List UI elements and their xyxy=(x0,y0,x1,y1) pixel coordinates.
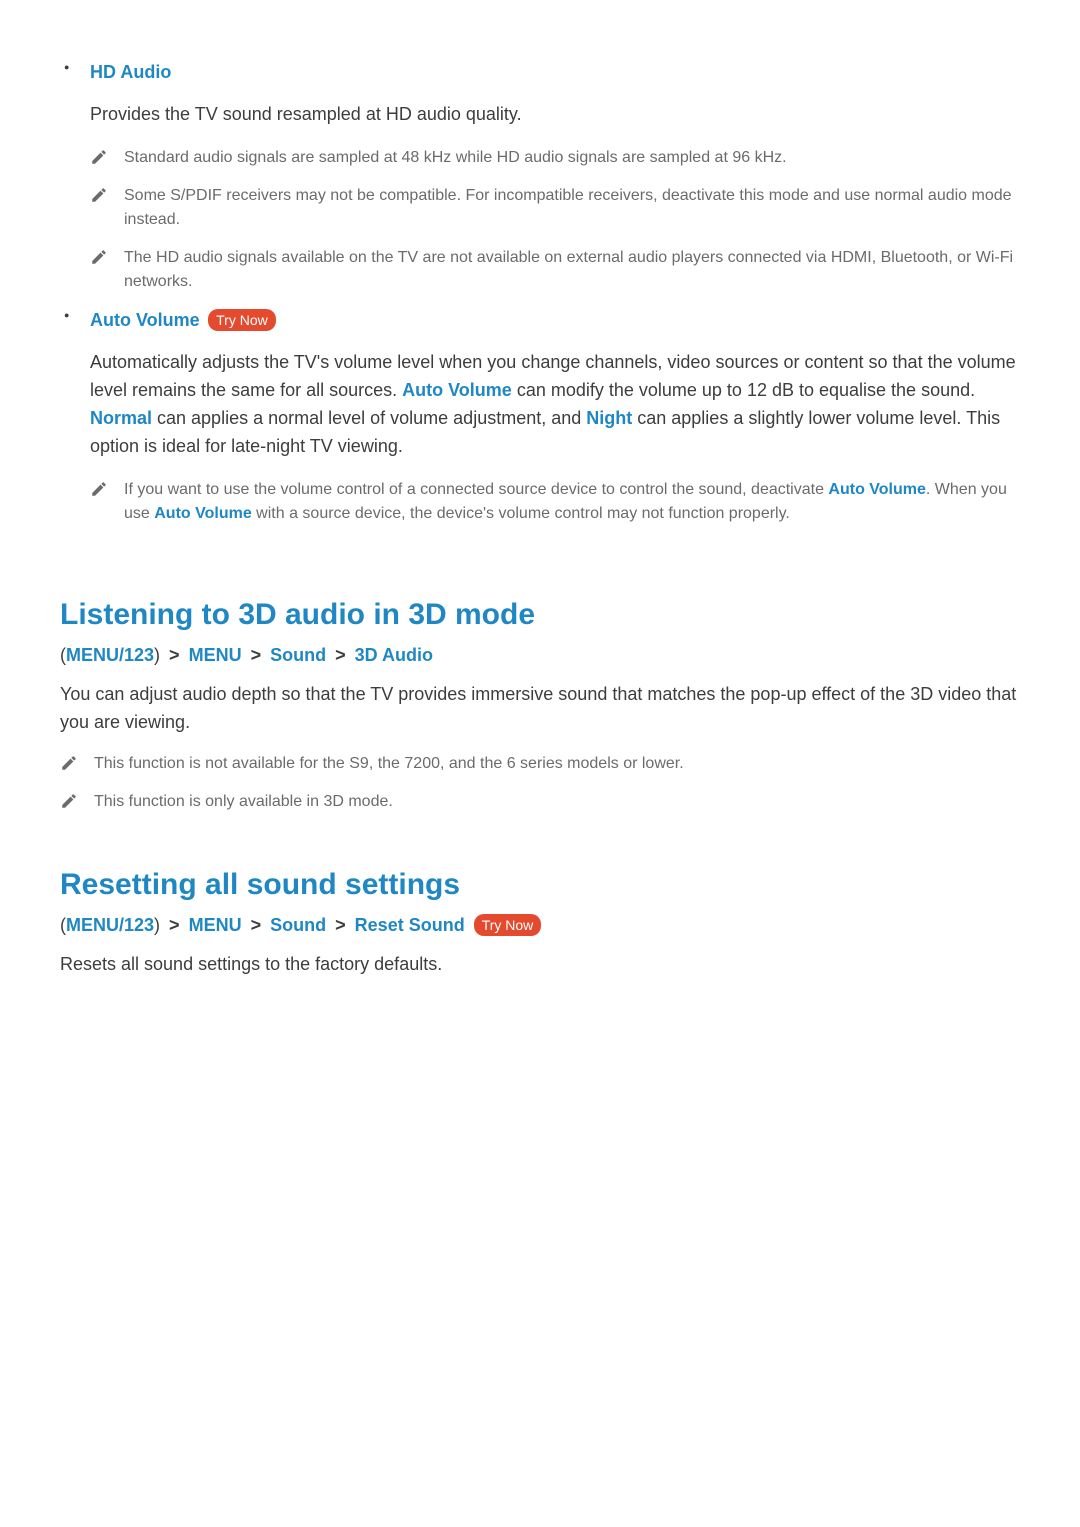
feature-notes: Standard audio signals are sampled at 48… xyxy=(90,146,1020,294)
note-item: If you want to use the volume control of… xyxy=(90,478,1020,526)
note-item: This function is only available in 3D mo… xyxy=(60,790,1020,814)
feature-notes: If you want to use the volume control of… xyxy=(90,478,1020,526)
chevron-right-icon: > xyxy=(169,915,180,935)
section-heading: Listening to 3D audio in 3D mode xyxy=(60,596,1020,634)
text-segment: can applies a normal level of volume adj… xyxy=(152,408,586,428)
note-item: Standard audio signals are sampled at 48… xyxy=(90,146,1020,170)
text-segment: can modify the volume up to 12 dB to equ… xyxy=(512,380,975,400)
paren-close: ) xyxy=(154,915,160,935)
chevron-right-icon: > xyxy=(251,645,262,665)
feature-item-auto-volume: Auto Volume Try Now Automatically adjust… xyxy=(90,308,1020,526)
note-text: The HD audio signals available on the TV… xyxy=(124,246,1020,294)
breadcrumb-item[interactable]: MENU/123 xyxy=(66,915,154,935)
paren-close: ) xyxy=(154,645,160,665)
note-item: This function is not available for the S… xyxy=(60,752,1020,776)
term-auto-volume: Auto Volume xyxy=(402,380,512,400)
breadcrumb-item[interactable]: Sound xyxy=(270,645,326,665)
term-normal: Normal xyxy=(90,408,152,428)
feature-item-hd-audio: HD Audio Provides the TV sound resampled… xyxy=(90,60,1020,294)
pencil-icon xyxy=(90,480,108,498)
breadcrumb-item[interactable]: 3D Audio xyxy=(355,645,433,665)
term-auto-volume: Auto Volume xyxy=(154,505,251,522)
feature-title: HD Audio xyxy=(90,62,171,82)
feature-title: Auto Volume xyxy=(90,310,200,330)
breadcrumb-item[interactable]: Sound xyxy=(270,915,326,935)
breadcrumb-item[interactable]: MENU xyxy=(189,915,242,935)
note-text: Standard audio signals are sampled at 48… xyxy=(124,146,787,170)
pencil-icon xyxy=(90,186,108,204)
chevron-right-icon: > xyxy=(169,645,180,665)
feature-description: Provides the TV sound resampled at HD au… xyxy=(90,100,1020,128)
try-now-badge[interactable]: Try Now xyxy=(208,309,276,331)
breadcrumb: (MENU/123) > MENU > Sound > 3D Audio xyxy=(60,642,1020,668)
section-3d-audio: Listening to 3D audio in 3D mode (MENU/1… xyxy=(60,596,1020,814)
pencil-icon xyxy=(90,148,108,166)
note-item: The HD audio signals available on the TV… xyxy=(90,246,1020,294)
note-item: Some S/PDIF receivers may not be compati… xyxy=(90,184,1020,232)
note-text: If you want to use the volume control of… xyxy=(124,478,1020,526)
chevron-right-icon: > xyxy=(335,645,346,665)
note-text: Some S/PDIF receivers may not be compati… xyxy=(124,184,1020,232)
feature-list: HD Audio Provides the TV sound resampled… xyxy=(60,60,1020,526)
page-content: HD Audio Provides the TV sound resampled… xyxy=(60,60,1020,978)
breadcrumb-item[interactable]: MENU/123 xyxy=(66,645,154,665)
note-text: This function is not available for the S… xyxy=(94,752,684,776)
pencil-icon xyxy=(60,792,78,810)
text-segment: with a source device, the device's volum… xyxy=(252,505,790,522)
term-night: Night xyxy=(586,408,632,428)
text-segment: If you want to use the volume control of… xyxy=(124,481,828,498)
breadcrumb-item[interactable]: MENU xyxy=(189,645,242,665)
breadcrumb: (MENU/123) > MENU > Sound > Reset Sound … xyxy=(60,912,1020,938)
term-auto-volume: Auto Volume xyxy=(828,481,925,498)
section-body: You can adjust audio depth so that the T… xyxy=(60,680,1020,736)
pencil-icon xyxy=(90,248,108,266)
chevron-right-icon: > xyxy=(335,915,346,935)
try-now-badge[interactable]: Try Now xyxy=(474,914,542,936)
feature-description: Automatically adjusts the TV's volume le… xyxy=(90,348,1020,460)
pencil-icon xyxy=(60,754,78,772)
section-body: Resets all sound settings to the factory… xyxy=(60,950,1020,978)
section-reset-sound: Resetting all sound settings (MENU/123) … xyxy=(60,866,1020,978)
chevron-right-icon: > xyxy=(251,915,262,935)
note-text: This function is only available in 3D mo… xyxy=(94,790,393,814)
section-notes: This function is not available for the S… xyxy=(60,752,1020,814)
section-heading: Resetting all sound settings xyxy=(60,866,1020,904)
breadcrumb-item[interactable]: Reset Sound xyxy=(355,915,465,935)
